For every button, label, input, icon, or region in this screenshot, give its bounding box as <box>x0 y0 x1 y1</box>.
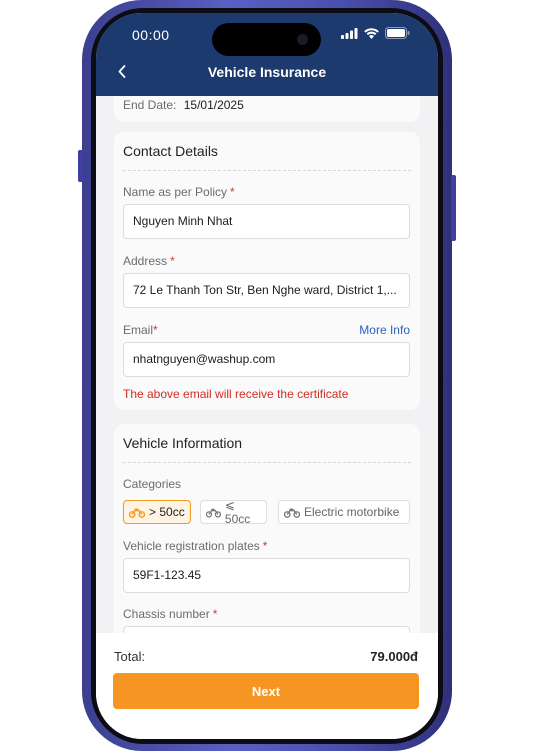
category-label: ⩽ 50cc <box>224 498 251 526</box>
chassis-input[interactable] <box>123 626 410 633</box>
bottom-bar: Total: 79.000đ Next <box>96 633 438 739</box>
form-content[interactable]: End Date: 15/01/2025 Contact Details Nam… <box>96 96 438 633</box>
category-label: > 50cc <box>149 505 185 519</box>
vehicle-information-card: Vehicle Information Categories > 50cc ⩽ … <box>114 424 420 633</box>
contact-details-card: Contact Details Name as per Policy * Nguy… <box>114 132 420 410</box>
required-mark: * <box>153 323 158 337</box>
category-chip-electric-motorbike[interactable]: Electric motorbike <box>278 500 410 524</box>
required-mark: * <box>230 185 235 199</box>
chassis-label-text: Chassis number <box>123 607 210 621</box>
end-date-value: 15/01/2025 <box>183 98 244 112</box>
electric-motorbike-icon <box>284 508 300 518</box>
plates-label: Vehicle registration plates * <box>123 539 267 553</box>
camera-icon <box>297 34 308 45</box>
name-label-text: Name as per Policy <box>123 185 228 199</box>
end-date-label: End Date: <box>123 98 177 112</box>
total-value: 79.000đ <box>370 649 418 664</box>
dynamic-island <box>212 23 321 56</box>
phone-power-button <box>451 175 456 241</box>
plates-label-text: Vehicle registration plates <box>123 539 260 553</box>
policy-period-card: End Date: 15/01/2025 <box>114 96 420 122</box>
app-screen: 00:00 Vehicle Insurance End Date: 15/01/… <box>96 13 438 739</box>
signal-icon <box>341 27 358 39</box>
email-label: Email* <box>123 323 158 337</box>
motorbike-icon <box>129 508 145 518</box>
battery-icon <box>385 27 410 39</box>
category-chip-above-50cc[interactable]: > 50cc <box>123 500 191 524</box>
required-mark: * <box>262 539 268 553</box>
required-mark: * <box>170 254 175 268</box>
wifi-icon <box>364 27 379 39</box>
motorbike-icon <box>206 508 221 518</box>
end-date-row: End Date: 15/01/2025 <box>123 98 244 112</box>
plates-input[interactable]: 59F1-123.45 <box>123 558 410 593</box>
page-title: Vehicle Insurance <box>207 64 327 80</box>
address-label-text: Address <box>123 254 168 268</box>
app-header: 00:00 Vehicle Insurance <box>96 13 438 96</box>
contact-details-title: Contact Details <box>123 143 218 159</box>
total-label: Total: <box>114 649 146 664</box>
email-input[interactable]: nhatnguyen@washup.com <box>123 342 410 377</box>
more-info-link[interactable]: More Info <box>359 323 410 337</box>
phone-side-button <box>78 150 83 182</box>
name-label: Name as per Policy * <box>123 185 235 199</box>
section-divider <box>123 462 411 463</box>
status-icons <box>341 27 410 39</box>
section-divider <box>123 170 411 171</box>
categories-label: Categories <box>123 477 182 491</box>
category-chip-under-50cc[interactable]: ⩽ 50cc <box>200 498 267 526</box>
email-label-text: Email <box>123 323 154 337</box>
vehicle-information-title: Vehicle Information <box>123 435 243 451</box>
next-button[interactable]: Next <box>113 673 419 709</box>
email-certificate-note: The above email will receive the certifi… <box>123 387 349 401</box>
required-mark: * <box>212 607 218 621</box>
address-label: Address * <box>123 254 175 268</box>
address-input[interactable]: 72 Le Thanh Ton Str, Ben Nghe ward, Dist… <box>123 273 410 308</box>
category-label: Electric motorbike <box>304 505 400 519</box>
name-input[interactable]: Nguyen Minh Nhat <box>123 204 410 239</box>
status-time: 00:00 <box>132 27 170 43</box>
chassis-label: Chassis number * <box>123 607 217 621</box>
